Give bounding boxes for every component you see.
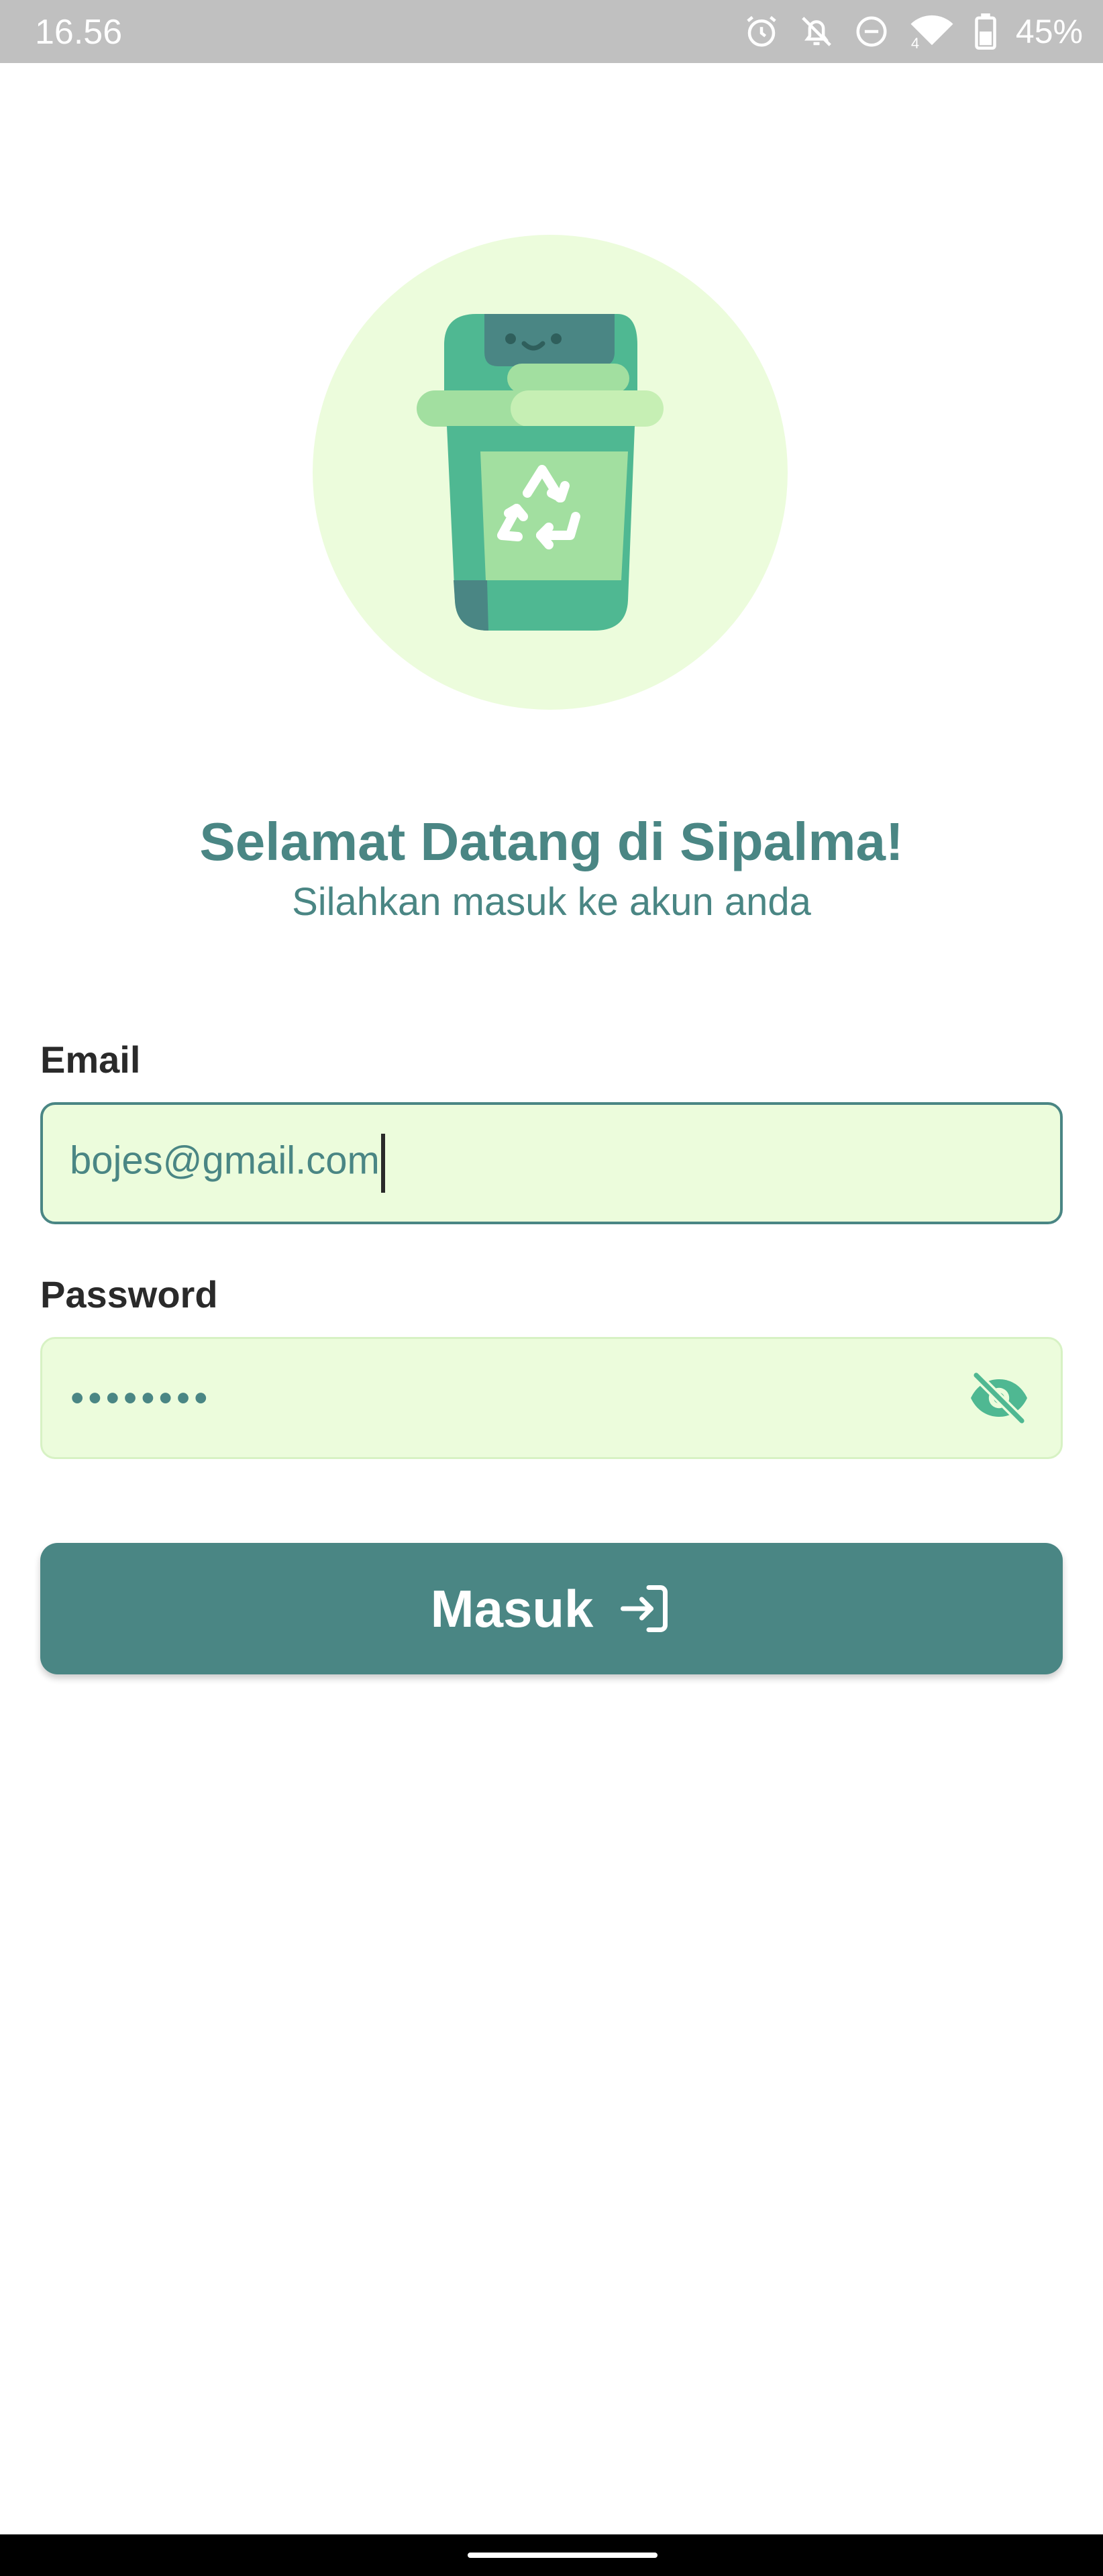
wifi-icon: 4 bbox=[908, 13, 955, 52]
email-input[interactable]: bojes@gmail.com bbox=[70, 1138, 380, 1182]
login-button-label: Masuk bbox=[430, 1579, 594, 1638]
do-not-disturb-icon bbox=[853, 13, 890, 50]
notifications-off-icon bbox=[798, 13, 835, 50]
hero-illustration bbox=[313, 235, 788, 710]
welcome-subtitle: Silahkan masuk ke akun anda bbox=[292, 880, 811, 924]
network-type-label: 4 bbox=[910, 35, 920, 52]
email-field-container: bojes@gmail.com bbox=[70, 1134, 385, 1193]
password-field[interactable]: •••••••• bbox=[40, 1337, 1063, 1459]
email-label: Email bbox=[40, 1038, 141, 1081]
password-label: Password bbox=[40, 1273, 218, 1316]
text-cursor bbox=[380, 1134, 385, 1193]
recycle-bin-icon bbox=[417, 314, 664, 631]
battery-percent: 45% bbox=[1015, 13, 1083, 50]
battery-icon bbox=[974, 13, 997, 50]
eye-off-icon bbox=[971, 1371, 1027, 1426]
status-bar: 16.56 4 45% bbox=[0, 0, 1103, 63]
password-visibility-toggle[interactable] bbox=[964, 1363, 1034, 1433]
status-icons: 4 45% bbox=[743, 9, 1083, 54]
status-time: 16.56 bbox=[35, 13, 123, 52]
welcome-title: Selamat Datang di Sipalma! bbox=[199, 812, 904, 871]
email-field[interactable]: bojes@gmail.com bbox=[40, 1102, 1063, 1224]
home-indicator[interactable] bbox=[468, 2553, 658, 2558]
login-icon bbox=[621, 1585, 668, 1632]
password-input[interactable]: •••••••• bbox=[70, 1376, 211, 1421]
system-navigation-bar bbox=[0, 2534, 1103, 2576]
login-button[interactable]: Masuk bbox=[40, 1543, 1063, 1674]
alarm-icon bbox=[743, 13, 780, 50]
